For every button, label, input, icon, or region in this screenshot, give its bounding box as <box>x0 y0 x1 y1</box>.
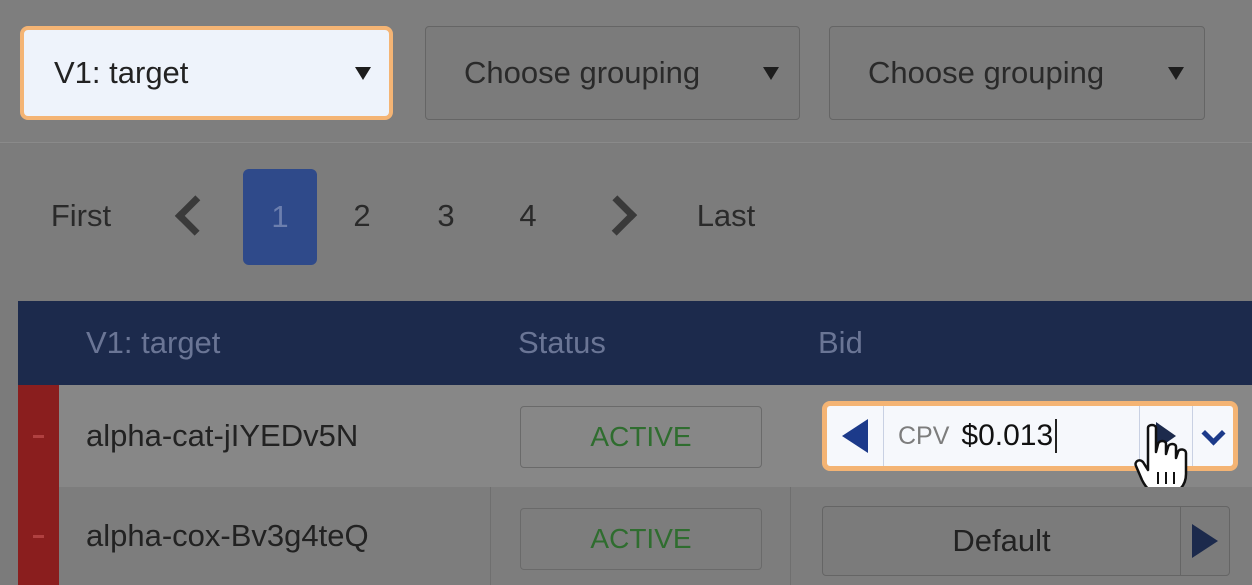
column-header-status[interactable]: Status <box>518 301 768 385</box>
grouping-dropdown-2-label: Choose grouping <box>868 55 1105 90</box>
column-divider <box>790 487 791 585</box>
status-badge[interactable]: ACTIVE <box>520 406 762 468</box>
row-remove-marker[interactable] <box>18 385 59 487</box>
bid-value: $0.013 <box>961 419 1058 453</box>
row-remove-marker[interactable] <box>18 487 59 585</box>
caret-down-icon <box>1168 66 1184 80</box>
triangle-left-icon <box>842 419 868 453</box>
target-dropdown[interactable]: V1: target <box>20 26 393 120</box>
grouping-dropdown-1[interactable]: Choose grouping <box>425 26 800 120</box>
chevron-down-icon <box>1200 420 1226 446</box>
bid-options-button[interactable] <box>1193 406 1233 466</box>
pagination-first[interactable]: First <box>40 190 122 242</box>
bid-default-control: Default <box>822 506 1230 576</box>
column-divider <box>490 487 491 585</box>
column-header-bid[interactable]: Bid <box>818 301 1068 385</box>
bid-type-label: CPV <box>898 421 950 450</box>
pagination-next[interactable] <box>596 194 639 236</box>
bid-expand-button[interactable] <box>1181 507 1229 575</box>
bid-input[interactable]: CPV $0.013 <box>884 406 1140 466</box>
target-dropdown-label: V1: target <box>54 55 189 90</box>
caret-down-icon <box>763 66 779 80</box>
status-badge[interactable]: ACTIVE <box>520 508 762 570</box>
minus-icon <box>33 534 44 538</box>
row-target-name: alpha-cat-jIYEDv5N <box>86 418 359 453</box>
pagination-page-1[interactable]: 1 <box>243 169 317 265</box>
bid-default-button[interactable]: Default <box>823 507 1181 575</box>
grouping-dropdown-1-label: Choose grouping <box>464 55 701 90</box>
pagination-prev[interactable] <box>173 194 216 236</box>
chevron-right-icon <box>596 194 638 236</box>
pagination-page-3[interactable]: 3 <box>424 190 468 242</box>
grouping-dropdown-2[interactable]: Choose grouping <box>829 26 1205 120</box>
column-header-target[interactable]: V1: target <box>86 301 466 385</box>
bid-prev-button[interactable] <box>827 406 884 466</box>
row-target-name: alpha-cox-Bv3g4teQ <box>86 518 369 553</box>
pagination-last[interactable]: Last <box>688 190 764 242</box>
pagination-page-2[interactable]: 2 <box>340 190 384 242</box>
minus-icon <box>33 434 44 438</box>
pagination-page-4[interactable]: 4 <box>506 190 550 242</box>
caret-down-icon <box>355 66 371 80</box>
triangle-right-icon <box>1192 524 1218 558</box>
